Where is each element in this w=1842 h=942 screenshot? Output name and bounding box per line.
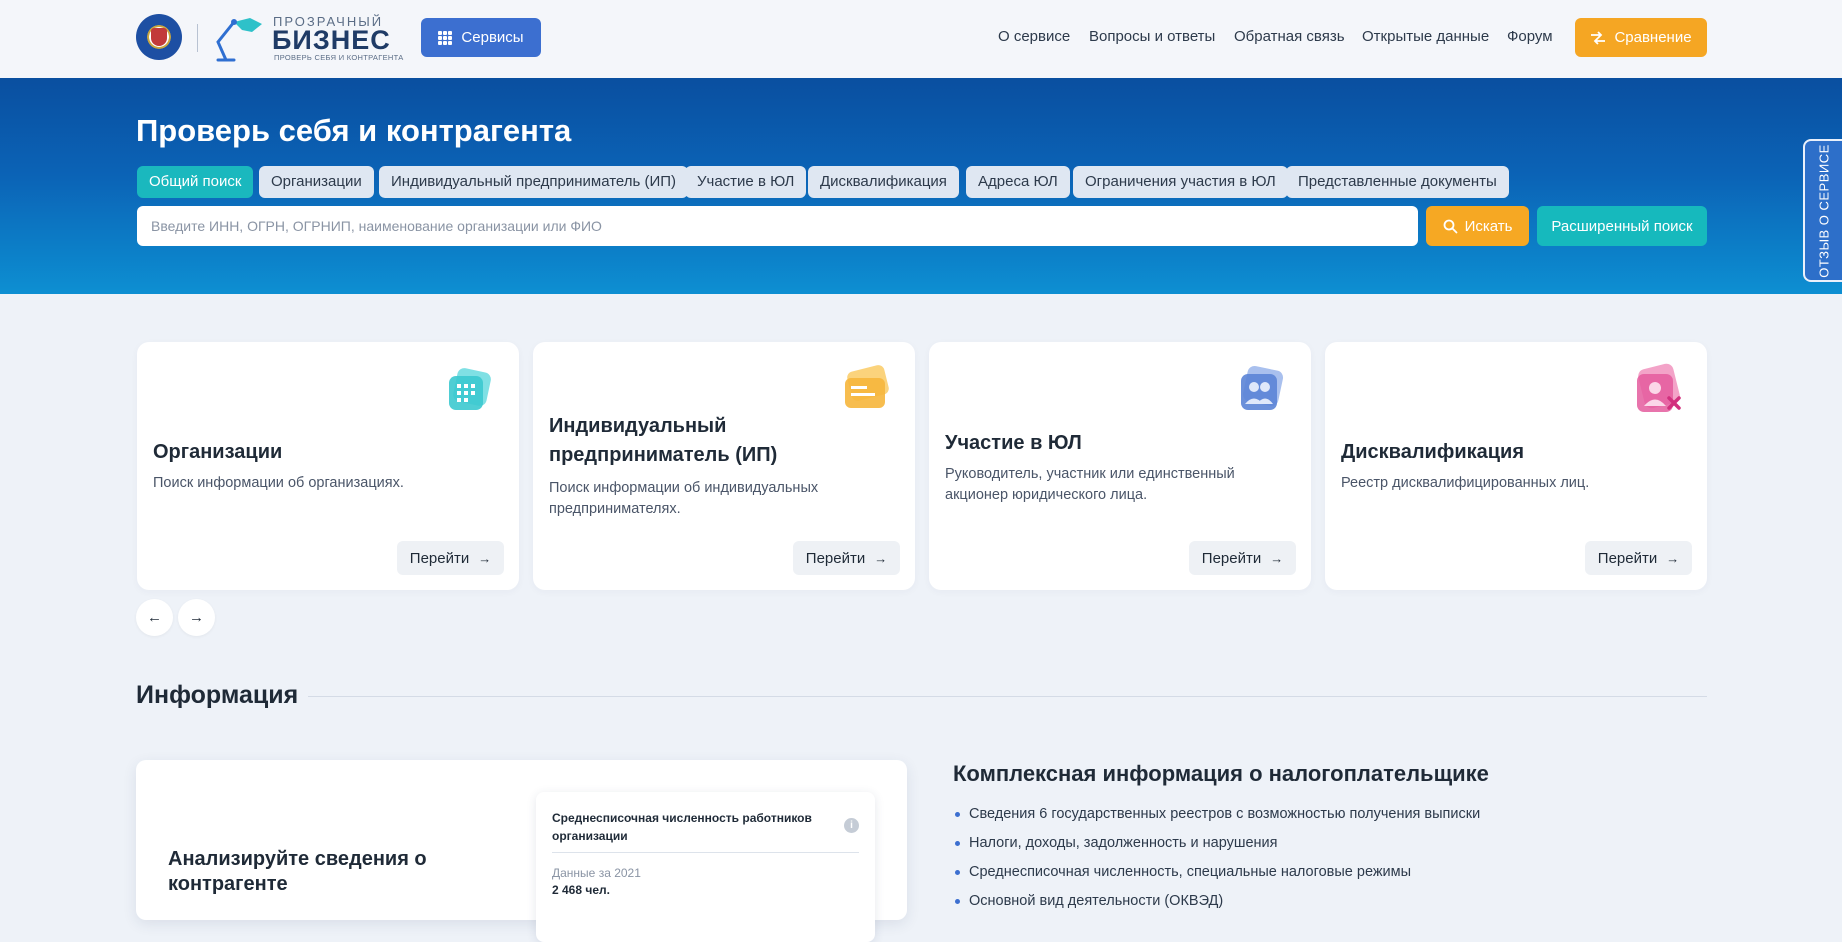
carousel-prev-button[interactable]: ← [136, 599, 173, 636]
list-item: Среднесписочная численность, специальные… [953, 862, 1480, 891]
list-item: Налоги, доходы, задолженность и нарушени… [953, 833, 1480, 862]
people-icon [1241, 365, 1284, 410]
service-card-participation[interactable]: Участие в ЮЛ Руководитель, участник или … [929, 342, 1311, 590]
advanced-search-button[interactable]: Расширенный поиск [1537, 206, 1707, 246]
hero-title: Проверь себя и контрагента [136, 113, 572, 148]
tab-general-search[interactable]: Общий поиск [137, 166, 254, 198]
tab-disqualification[interactable]: Дисквалификация [808, 166, 959, 198]
logo-divider [197, 24, 198, 52]
widget-divider [552, 852, 859, 853]
go-label: Перейти [1597, 549, 1658, 567]
emblem-shield-icon [151, 28, 167, 46]
building-icon [449, 368, 491, 410]
grid-icon [438, 30, 453, 45]
arrow-right-icon: → [478, 550, 492, 566]
tab-legal-entity-participation[interactable]: Участие в ЮЛ [685, 166, 807, 198]
card-go-button[interactable]: Перейти → [1585, 541, 1692, 575]
card-description: Поиск информации об индивидуальных предп… [549, 480, 819, 517]
nav-link-faq[interactable]: Вопросы и ответы [1089, 28, 1215, 45]
list-item: Сведения 6 государственных реестров с во… [953, 804, 1480, 833]
arrow-left-icon: ← [147, 609, 162, 626]
info-icon[interactable]: i [844, 818, 859, 833]
search-button[interactable]: Искать [1426, 206, 1529, 246]
services-button[interactable]: Сервисы [421, 18, 541, 57]
compare-label: Сравнение [1614, 29, 1692, 46]
card-description: Поиск информации об организациях. [153, 475, 404, 491]
lamp-logo-icon[interactable] [212, 12, 268, 64]
tab-individual-entrepreneur[interactable]: Индивидуальный предприниматель (ИП) [379, 166, 689, 198]
carousel-next-button[interactable]: → [178, 599, 215, 636]
search-button-label: Искать [1464, 217, 1513, 235]
compare-button[interactable]: Сравнение [1575, 18, 1707, 57]
card-go-button[interactable]: Перейти → [397, 541, 504, 575]
arrow-right-icon: → [1270, 550, 1284, 566]
search-input[interactable] [137, 206, 1418, 246]
service-card-organizations[interactable]: Организации Поиск информации об организа… [137, 342, 519, 590]
nav-link-open-data[interactable]: Открытые данные [1362, 28, 1489, 45]
logo-main-text[interactable]: БИЗНЕС [272, 25, 391, 56]
go-label: Перейти [1201, 549, 1262, 567]
person-remove-icon [1637, 363, 1681, 412]
logo-sub-text: ПРОВЕРЬ СЕБЯ И КОНТРАГЕНТА [274, 53, 404, 62]
employee-count-widget: Среднесписочная численность работников о… [536, 792, 875, 942]
card-go-button[interactable]: Перейти → [1189, 541, 1296, 575]
site-header: ПРОЗРАЧНЫЙ БИЗНЕС ПРОВЕРЬ СЕБЯ И КОНТРАГ… [0, 0, 1842, 78]
section-divider [308, 696, 1707, 697]
feature-list: Сведения 6 государственных реестров с во… [953, 804, 1480, 920]
compare-arrows-icon [1591, 30, 1606, 45]
list-item: Основной вид деятельности (ОКВЭД) [953, 891, 1480, 920]
services-label: Сервисы [461, 29, 524, 46]
arrow-right-icon: → [189, 609, 204, 626]
widget-value: 2 468 чел. [552, 883, 610, 897]
tab-organizations[interactable]: Организации [259, 166, 374, 198]
card-go-button[interactable]: Перейти → [793, 541, 900, 575]
feedback-tab-label: ОТЗЫВ О СЕРВИСЕ [1816, 143, 1831, 278]
nav-link-about[interactable]: О сервисе [998, 28, 1070, 45]
service-card-entrepreneur[interactable]: Индивидуальный предприниматель (ИП) Поис… [533, 342, 915, 590]
card-description: Руководитель, участник или единственный … [945, 466, 1235, 503]
search-icon [1443, 219, 1457, 233]
card-title: Дисквалификация [1341, 441, 1525, 463]
id-card-icon [845, 365, 889, 408]
card-description: Реестр дисквалифицированных лиц. [1341, 475, 1590, 491]
service-card-disqualification[interactable]: Дисквалификация Реестр дисквалифицирован… [1325, 342, 1707, 590]
card-title: Индивидуальный предприниматель (ИП) [549, 415, 778, 466]
analyze-card: Анализируйте сведения о контрагенте Сред… [136, 760, 907, 942]
tab-participation-restrictions[interactable]: Ограничения участия в ЮЛ [1073, 166, 1288, 198]
go-label: Перейти [409, 549, 470, 567]
widget-period: Данные за 2021 [552, 866, 641, 880]
go-label: Перейти [805, 549, 866, 567]
tab-submitted-documents[interactable]: Представленные документы [1286, 166, 1509, 198]
nav-link-forum[interactable]: Форум [1507, 28, 1553, 45]
info-section-title: Информация [136, 681, 299, 709]
widget-title: Среднесписочная численность работников о… [552, 811, 812, 843]
complex-info-title: Комплексная информация о налогоплательщи… [953, 761, 1489, 786]
arrow-right-icon: → [1666, 550, 1680, 566]
card-title: Участие в ЮЛ [945, 432, 1082, 454]
nav-link-feedback[interactable]: Обратная связь [1234, 28, 1345, 45]
feedback-side-tab[interactable]: ОТЗЫВ О СЕРВИСЕ [1803, 139, 1842, 282]
analyze-title: Анализируйте сведения о контрагенте [168, 848, 427, 895]
tab-legal-addresses[interactable]: Адреса ЮЛ [966, 166, 1070, 198]
arrow-right-icon: → [874, 550, 888, 566]
card-title: Организации [153, 441, 283, 463]
